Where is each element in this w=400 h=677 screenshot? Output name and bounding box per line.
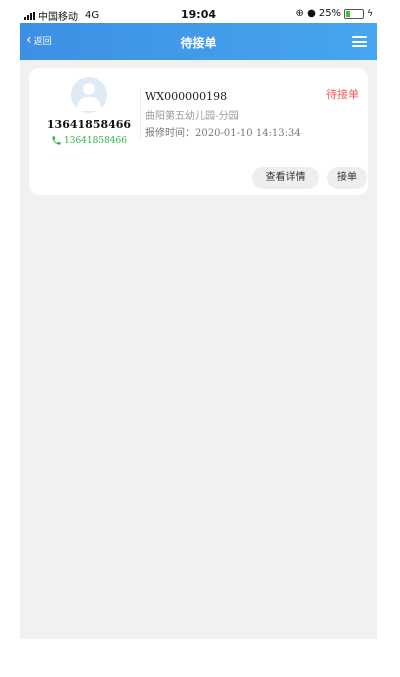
divider xyxy=(140,88,141,138)
hamburger-menu-icon[interactable] xyxy=(352,36,367,47)
charging-icon: ϟ xyxy=(367,8,373,19)
repair-time: 报修时间：2020-01-10 14:13:34 xyxy=(145,124,301,139)
status-right: ⊕ ● 25% ϟ xyxy=(296,8,373,19)
call-phone-link[interactable]: 13641858466 xyxy=(41,135,137,146)
call-phone-number: 13641858466 xyxy=(64,135,127,146)
page-title: 待接单 xyxy=(180,36,217,50)
avatar xyxy=(71,77,107,113)
order-id: WX000000198 xyxy=(145,90,228,103)
nav-bar: ‹ 返回 待接单 xyxy=(20,23,377,60)
status-bar: 中国移动 4G 19:04 ⊕ ● 25% ϟ xyxy=(20,6,377,23)
customer-phone: 13641858466 xyxy=(46,118,132,131)
order-card: 13641858466 13641858466 WX000000198 曲阳第五… xyxy=(29,68,368,195)
app-screen: 中国移动 4G 19:04 ⊕ ● 25% ϟ ‹ 返回 待接单 1364185… xyxy=(20,6,377,639)
phone-icon xyxy=(52,136,61,145)
repair-time-label: 报修时间： xyxy=(145,128,195,139)
view-details-button[interactable]: 查看详情 xyxy=(252,167,319,189)
status-badge: 待接单 xyxy=(326,88,359,101)
accept-order-button[interactable]: 接单 xyxy=(327,167,367,189)
repair-time-value: 2020-01-10 14:13:34 xyxy=(195,128,301,139)
battery-icon xyxy=(344,8,365,19)
status-icons: ⊕ ● xyxy=(295,8,316,19)
order-location: 曲阳第五幼儿园-分园 xyxy=(145,111,239,122)
battery-percent: 25% xyxy=(318,8,342,19)
